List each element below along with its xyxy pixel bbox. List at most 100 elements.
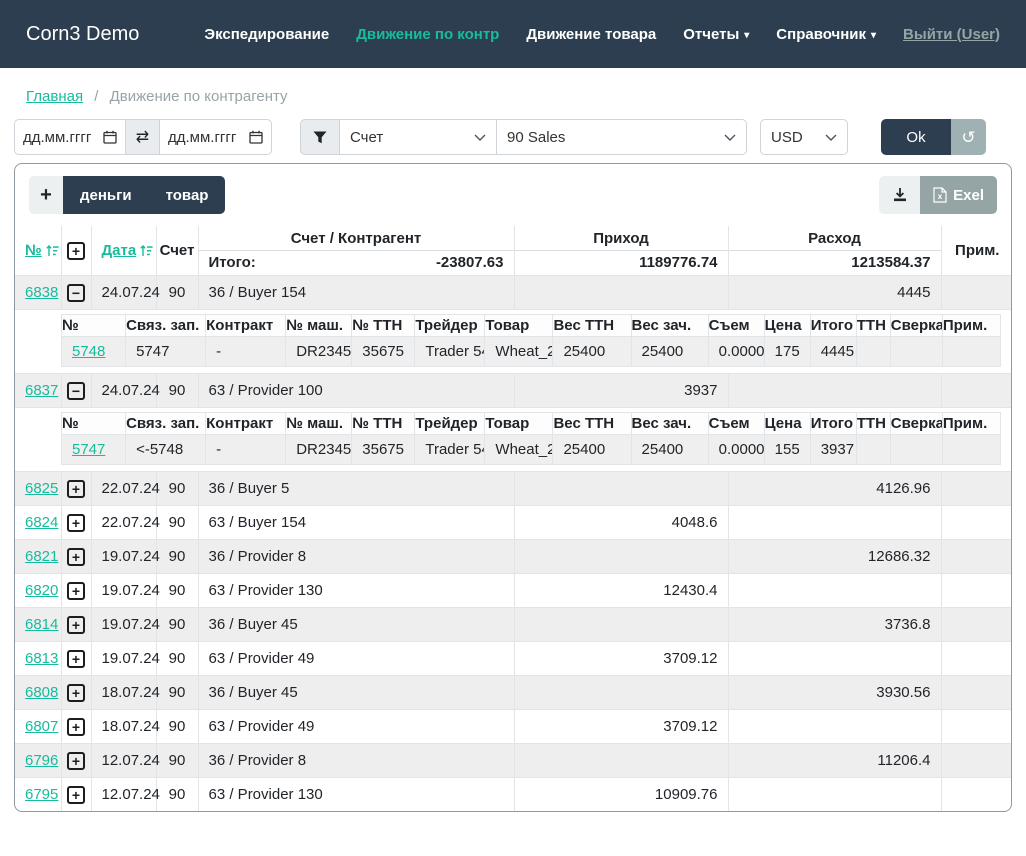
currency-select[interactable]: USD [760, 119, 848, 155]
row-note [941, 642, 1012, 676]
row-id-cell: 6838 [15, 276, 61, 310]
subtable-header-cell: Сверка [890, 413, 942, 435]
shipment-cell: 5748 [62, 337, 126, 367]
row-contragent: 63 / Provider 130 [198, 778, 514, 812]
row-id-link[interactable]: 6795 [25, 786, 58, 803]
collapse-row-toggle[interactable]: − [67, 382, 85, 400]
reset-button[interactable]: ↺ [951, 119, 986, 155]
row-expand-cell: + [61, 472, 91, 506]
subtable-header-cell: Товар [485, 315, 553, 337]
shipment-id-link[interactable]: 5748 [72, 343, 105, 360]
sort-by-date-link[interactable]: Дата [102, 242, 154, 259]
row-expense: 3736.8 [728, 608, 941, 642]
row-id-link[interactable]: 6820 [25, 582, 58, 599]
subtable-header-cell: № [62, 413, 126, 435]
chevron-down-icon [474, 134, 486, 141]
nav-item-movement-by-contragent[interactable]: Движение по контр [356, 26, 499, 43]
row-id-link[interactable]: 6813 [25, 650, 58, 667]
date-to-input[interactable]: дд.мм.гггг [160, 119, 272, 155]
expand-all-toggle[interactable]: + [67, 242, 85, 260]
expand-row-toggle[interactable]: + [67, 650, 85, 668]
row-income: 3709.12 [514, 710, 728, 744]
movement-row: 6795+12.07.249063 / Provider 13010909.76 [15, 778, 1012, 812]
expand-row-toggle[interactable]: + [67, 514, 85, 532]
movement-row: 6824+22.07.249063 / Buyer 1544048.6 [15, 506, 1012, 540]
row-expand-cell: + [61, 778, 91, 812]
subtable-header-cell: Вес ТТН [553, 413, 631, 435]
goods-tab[interactable]: товар [149, 176, 226, 214]
row-date: 19.07.24 [91, 574, 156, 608]
expand-row-toggle[interactable]: + [67, 582, 85, 600]
row-id-link[interactable]: 6821 [25, 548, 58, 565]
row-expense [728, 642, 941, 676]
row-date: 24.07.24 [91, 276, 156, 310]
date-from-input[interactable]: дд.мм.гггг [14, 119, 126, 155]
row-id-link[interactable]: 6825 [25, 480, 58, 497]
shipment-id-link[interactable]: 5747 [72, 441, 105, 458]
expand-row-toggle[interactable]: + [67, 616, 85, 634]
filter-bar: дд.мм.гггг ⇄ дд.мм.гггг Счет 90 Sales US… [0, 119, 1026, 155]
row-account: 90 [156, 276, 198, 310]
money-tab[interactable]: деньги [63, 176, 149, 214]
row-id-link[interactable]: 6824 [25, 514, 58, 531]
nav-item-goods-movement[interactable]: Движение товара [526, 26, 656, 43]
shipment-cell: 35675 [352, 337, 415, 367]
row-note [941, 374, 1012, 408]
detail-cell: №Связ. зап.Контракт№ маш.№ ТТНТрейдерТов… [61, 408, 1012, 472]
row-expense [728, 506, 941, 540]
row-expense: 12686.32 [728, 540, 941, 574]
collapse-row-toggle[interactable]: − [67, 284, 85, 302]
row-id-link[interactable]: 6838 [25, 284, 58, 301]
subtable-header-cell: Связ. зап. [126, 315, 206, 337]
caret-down-icon: ▾ [744, 30, 749, 41]
breadcrumb-home-link[interactable]: Главная [26, 88, 83, 105]
excel-button[interactable]: x Exel [920, 176, 997, 214]
swap-dates-button[interactable]: ⇄ [126, 119, 160, 155]
expand-row-toggle[interactable]: + [67, 718, 85, 736]
row-date: 12.07.24 [91, 778, 156, 812]
expand-row-toggle[interactable]: + [67, 786, 85, 804]
subtable-header-cell: Цена [764, 413, 810, 435]
row-contragent: 36 / Buyer 45 [198, 608, 514, 642]
detail-cell: №Связ. зап.Контракт№ маш.№ ТТНТрейдерТов… [61, 310, 1012, 374]
expand-row-toggle[interactable]: + [67, 548, 85, 566]
row-expand-cell: + [61, 506, 91, 540]
expand-row-toggle[interactable]: + [67, 752, 85, 770]
subtable-header-cell: Товар [485, 413, 553, 435]
expand-row-toggle[interactable]: + [67, 684, 85, 702]
download-button[interactable] [879, 176, 920, 214]
row-id-link[interactable]: 6808 [25, 684, 58, 701]
filter-type-select[interactable]: Счет [340, 119, 497, 155]
subtable-header-cell: Вес зач. [631, 315, 708, 337]
row-id-link[interactable]: 6796 [25, 752, 58, 769]
subtable-header-cell: № маш. [286, 315, 352, 337]
row-income: 3937 [514, 374, 728, 408]
row-id-cell: 6813 [15, 642, 61, 676]
row-expand-cell: + [61, 744, 91, 778]
row-contragent: 63 / Provider 49 [198, 710, 514, 744]
shipment-cell [942, 337, 1000, 367]
row-id-link[interactable]: 6837 [25, 382, 58, 399]
nav-item-expedition[interactable]: Экспедирование [204, 26, 329, 43]
expand-row-toggle[interactable]: + [67, 480, 85, 498]
row-id-cell: 6807 [15, 710, 61, 744]
brand-link[interactable]: Corn3 Demo [26, 23, 139, 46]
ok-button[interactable]: Ok [881, 119, 951, 155]
row-id-cell: 6795 [15, 778, 61, 812]
row-contragent: 63 / Buyer 154 [198, 506, 514, 540]
row-id-link[interactable]: 6814 [25, 616, 58, 633]
navbar: Corn3 Demo Экспедирование Движение по ко… [0, 0, 1026, 68]
nav-item-directory[interactable]: Справочник▾ [776, 26, 876, 43]
totals-label: Итого: [209, 254, 256, 271]
add-button[interactable]: + [29, 176, 63, 214]
nav-item-reports[interactable]: Отчеты▾ [683, 26, 749, 43]
subtable-header-cell: Сверка [890, 315, 942, 337]
subtable-header-cell: Вес ТТН [553, 315, 631, 337]
account-select[interactable]: 90 Sales [497, 119, 747, 155]
row-id-cell: 6837 [15, 374, 61, 408]
sort-by-id-link[interactable]: № [25, 242, 59, 259]
row-id-cell: 6820 [15, 574, 61, 608]
nav-menu: Экспедирование Движение по контр Движени… [204, 26, 1000, 43]
row-id-link[interactable]: 6807 [25, 718, 58, 735]
logout-link[interactable]: Выйти (User) [903, 26, 1000, 43]
